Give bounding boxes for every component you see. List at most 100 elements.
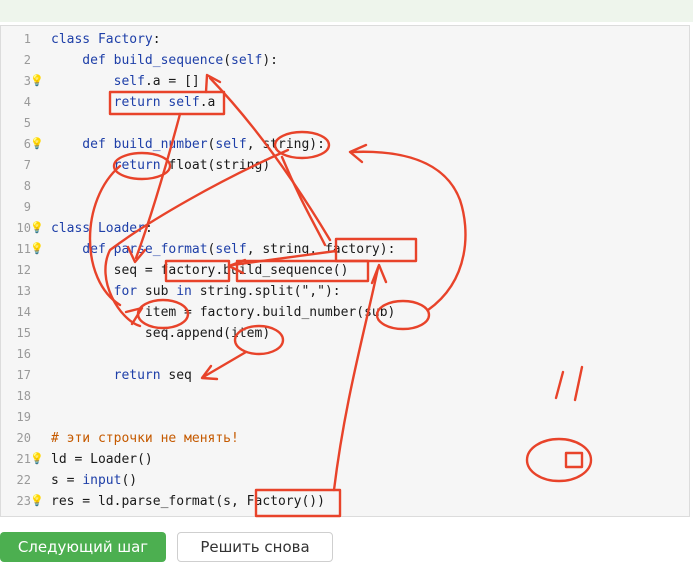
line-number: 1 <box>23 32 31 46</box>
code-token: ( <box>223 53 232 68</box>
lightbulb-hint-icon[interactable]: 💡 <box>30 74 44 88</box>
line-number: 13 <box>16 284 31 298</box>
code-token: .a <box>199 95 216 110</box>
code-line[interactable]: 8 <box>1 176 691 197</box>
code-token: (string) <box>207 158 271 173</box>
code-line[interactable]: 23 💡 res = ld.parse_format(s, Factory()) <box>1 491 691 512</box>
lightbulb-hint-icon[interactable]: 💡 <box>30 494 44 508</box>
code-text: def build_number(self, string): <box>51 134 325 155</box>
code-line[interactable]: 7 return float(string) <box>1 155 691 176</box>
code-line[interactable]: 15 seq.append(item) <box>1 323 691 344</box>
line-number: 4 <box>23 95 31 109</box>
code-token: seq.append(item) <box>51 326 271 341</box>
line-number: 6 <box>23 137 31 151</box>
code-token: class <box>51 221 98 236</box>
line-number: 8 <box>23 179 31 193</box>
line-number: 5 <box>23 116 31 130</box>
code-text: res = ld.parse_format(s, Factory()) <box>51 491 325 512</box>
code-token: Loader <box>97 221 145 236</box>
code-token: self <box>113 74 145 89</box>
lightbulb-hint-icon[interactable]: 💡 <box>30 137 44 151</box>
code-text: class Loader: <box>51 218 153 239</box>
code-token: , string): <box>246 137 325 152</box>
code-line[interactable]: 1 class Factory: <box>1 29 691 50</box>
code-token: item = factory.build_number(sub) <box>51 305 396 320</box>
code-token: return <box>51 95 169 110</box>
code-token: return <box>51 158 169 173</box>
code-line[interactable]: 10 💡 class Loader: <box>1 218 691 239</box>
code-line[interactable]: 4 return self.a <box>1 92 691 113</box>
line-number: 15 <box>16 326 31 340</box>
code-line[interactable]: 5 <box>1 113 691 134</box>
line-number: 12 <box>16 263 31 277</box>
code-token: for <box>51 284 145 299</box>
line-number: 14 <box>16 305 31 319</box>
line-number: 21 <box>16 452 31 466</box>
line-number: 20 <box>16 431 31 445</box>
line-number: 3 <box>23 74 31 88</box>
code-text: return seq <box>51 365 192 386</box>
code-text: self.a = [] <box>51 71 200 92</box>
lightbulb-hint-icon[interactable]: 💡 <box>30 221 44 235</box>
code-line[interactable]: 19 <box>1 407 691 428</box>
code-token: build_number <box>113 137 208 152</box>
line-number: 7 <box>23 158 31 172</box>
code-line[interactable]: 22 s = input() <box>1 470 691 491</box>
code-text: class Factory: <box>51 29 161 50</box>
code-token: float <box>168 158 208 173</box>
code-token: input <box>82 473 122 488</box>
code-token: res = ld.parse_format(s, Factory()) <box>51 494 325 509</box>
code-token: build_sequence <box>113 53 224 68</box>
code-token: def <box>51 137 114 152</box>
code-text: return float(string) <box>51 155 271 176</box>
code-token: seq = factory.build_sequence() <box>51 263 349 278</box>
code-line[interactable]: 2 def build_sequence(self): <box>1 50 691 71</box>
code-line[interactable]: 9 <box>1 197 691 218</box>
code-token: class <box>51 32 98 47</box>
code-token: in <box>176 284 200 299</box>
line-number: 10 <box>16 221 31 235</box>
code-token: : <box>144 221 153 236</box>
code-token: def <box>51 242 114 257</box>
code-line[interactable]: 17 return seq <box>1 365 691 386</box>
code-text: s = input() <box>51 470 137 491</box>
code-editor[interactable]: 1 class Factory: 2 def build_sequence(self… <box>0 25 690 517</box>
code-text: seq.append(item) <box>51 323 270 344</box>
line-number: 2 <box>23 53 31 67</box>
code-token: () <box>121 473 138 488</box>
next-step-button[interactable]: Следующий шаг <box>0 532 166 562</box>
code-line[interactable]: 14 item = factory.build_number(sub) <box>1 302 691 323</box>
code-line[interactable]: 6 💡 def build_number(self, string): <box>1 134 691 155</box>
lightbulb-hint-icon[interactable]: 💡 <box>30 242 44 256</box>
code-token: return <box>51 368 169 383</box>
code-token: ld = Loader() <box>51 452 153 467</box>
code-line[interactable]: 21 💡 ld = Loader() <box>1 449 691 470</box>
line-number: 11 <box>16 242 31 256</box>
code-text: ld = Loader() <box>51 449 153 470</box>
code-token: self <box>215 242 247 257</box>
lightbulb-hint-icon[interactable]: 💡 <box>30 452 44 466</box>
code-token: self <box>215 137 247 152</box>
top-band <box>0 0 693 22</box>
code-text: for sub in string.split(","): <box>51 281 341 302</box>
code-token: Factory <box>97 32 153 47</box>
code-text: seq = factory.build_sequence() <box>51 260 349 281</box>
code-text: item = factory.build_number(sub) <box>51 302 395 323</box>
code-text: return self.a <box>51 92 216 113</box>
code-line[interactable]: 12 seq = factory.build_sequence() <box>1 260 691 281</box>
code-text: # эти строчки не менять! <box>51 428 239 449</box>
code-text: def build_sequence(self): <box>51 50 278 71</box>
code-token: def <box>51 53 114 68</box>
code-line[interactable]: 11 💡 def parse_format(self, string, facto… <box>1 239 691 260</box>
code-line[interactable]: 18 <box>1 386 691 407</box>
code-line[interactable]: 3 💡 self.a = [] <box>1 71 691 92</box>
code-line[interactable]: 13 for sub in string.split(","): <box>1 281 691 302</box>
code-token: parse_format <box>113 242 208 257</box>
solve-again-button[interactable]: Решить снова <box>177 532 333 562</box>
line-number: 18 <box>16 389 31 403</box>
code-token: : <box>152 32 161 47</box>
code-line[interactable]: 16 <box>1 344 691 365</box>
code-token: , string, factory): <box>246 242 396 257</box>
code-line[interactable]: 20 # эти строчки не менять! <box>1 428 691 449</box>
code-token: ): <box>262 53 278 68</box>
